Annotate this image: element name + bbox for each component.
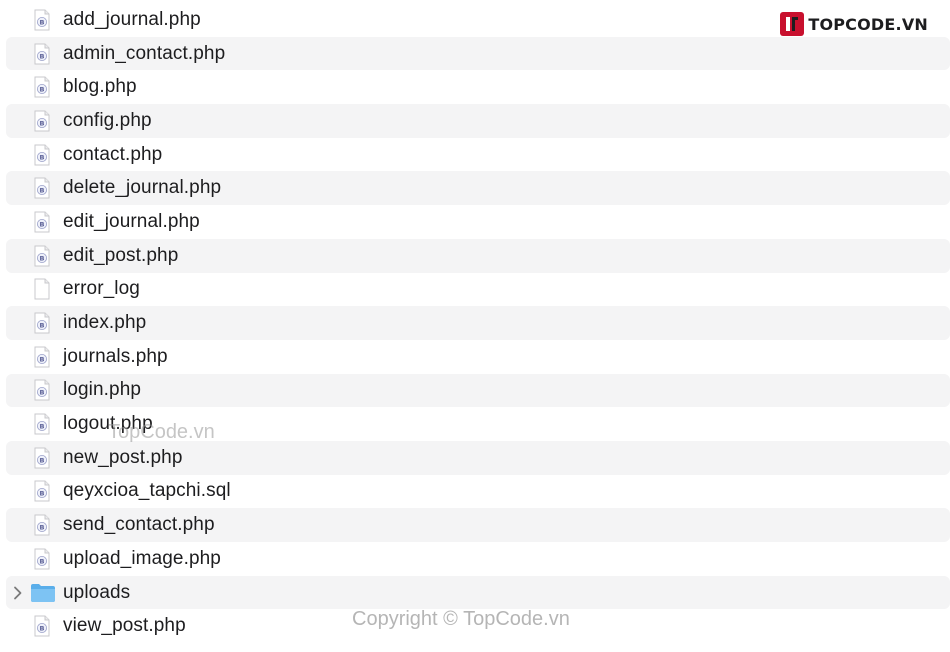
svg-text:B: B — [40, 18, 45, 26]
file-name: edit_post.php — [63, 244, 179, 266]
file-name: view_post.php — [63, 615, 186, 637]
file-row[interactable]: Bsend_contact.php — [6, 508, 950, 542]
file-row[interactable]: Bedit_journal.php — [6, 205, 950, 239]
file-name: admin_contact.php — [63, 42, 226, 64]
php-file-icon: B — [34, 211, 50, 233]
file-name: qeyxcioa_tapchi.sql — [63, 480, 231, 502]
folder-icon — [31, 583, 55, 602]
php-file-icon: B — [34, 110, 50, 132]
file-name: config.php — [63, 109, 152, 131]
svg-text:B: B — [40, 389, 45, 397]
php-file-icon: B — [34, 413, 50, 435]
svg-text:B: B — [40, 524, 45, 532]
svg-text:B: B — [40, 187, 45, 195]
php-file-icon: B — [34, 76, 50, 98]
php-file-icon: B — [34, 514, 50, 536]
file-row[interactable]: Bblog.php — [6, 70, 950, 104]
file-row[interactable]: error_log — [6, 273, 950, 307]
file-name: index.php — [63, 312, 147, 334]
php-file-icon: B — [34, 447, 50, 469]
file-row[interactable]: Bnew_post.php — [6, 440, 950, 475]
file-row[interactable]: Bedit_post.php — [6, 238, 950, 273]
php-file-icon: B — [34, 379, 50, 401]
disclosure-chevron-icon[interactable] — [13, 586, 23, 600]
file-name: uploads — [63, 581, 131, 603]
file-row[interactable]: Blogin.php — [6, 373, 950, 408]
file-row[interactable]: Bjournals.php — [6, 340, 950, 374]
svg-text:B: B — [40, 456, 45, 464]
file-name: edit_journal.php — [63, 210, 200, 232]
watermark-middle: TopCode.vn — [108, 421, 215, 443]
php-file-icon: B — [34, 548, 50, 570]
php-file-icon: B — [34, 615, 50, 637]
svg-text:B: B — [40, 52, 45, 60]
sql-file-icon: B — [34, 480, 50, 502]
svg-text:B: B — [40, 120, 45, 128]
php-file-icon: B — [34, 312, 50, 334]
file-row[interactable]: Bqeyxcioa_tapchi.sql — [6, 475, 950, 509]
topcode-logo-icon — [780, 12, 805, 36]
file-row[interactable]: Badmin_contact.php — [6, 36, 950, 71]
file-row[interactable]: Bcontact.php — [6, 138, 950, 172]
svg-text:B: B — [40, 625, 45, 633]
php-file-icon: B — [34, 144, 50, 166]
php-file-icon: B — [34, 177, 50, 199]
svg-text:B: B — [40, 490, 45, 498]
file-name: upload_image.php — [63, 547, 221, 569]
file-name: add_journal.php — [63, 8, 201, 30]
svg-text:B: B — [40, 86, 45, 94]
file-row[interactable]: Bupload_image.php — [6, 542, 950, 576]
svg-text:B: B — [40, 423, 45, 431]
watermark-copyright: Copyright © TopCode.vn — [352, 608, 570, 630]
topcode-logo: TOPCODE.VN — [779, 10, 928, 38]
topcode-logo-text: TOPCODE.VN — [808, 14, 928, 34]
file-name: error_log — [63, 278, 140, 300]
file-list: Badd_journal.php Badmin_contact.php Bblo… — [0, 3, 950, 643]
file-name: journals.php — [63, 345, 168, 367]
document-icon — [34, 278, 50, 300]
svg-text:B: B — [40, 221, 45, 229]
php-file-icon: B — [34, 43, 50, 65]
file-row[interactable]: Bdelete_journal.php — [6, 171, 950, 206]
svg-text:B: B — [40, 557, 45, 565]
file-name: blog.php — [63, 76, 137, 98]
file-name: send_contact.php — [63, 514, 215, 536]
svg-text:B: B — [40, 153, 45, 161]
file-name: login.php — [63, 379, 142, 401]
php-file-icon: B — [34, 346, 50, 368]
file-row[interactable]: Bconfig.php — [6, 104, 950, 138]
svg-text:B: B — [40, 355, 45, 363]
folder-row[interactable]: uploads — [6, 575, 950, 610]
svg-text:B: B — [40, 254, 45, 262]
file-name: new_post.php — [63, 446, 183, 468]
php-file-icon: B — [34, 9, 50, 31]
svg-text:B: B — [40, 322, 45, 330]
php-file-icon: B — [34, 245, 50, 267]
file-row[interactable]: Bindex.php — [6, 306, 950, 340]
file-name: contact.php — [63, 143, 163, 165]
file-name: delete_journal.php — [63, 177, 222, 199]
